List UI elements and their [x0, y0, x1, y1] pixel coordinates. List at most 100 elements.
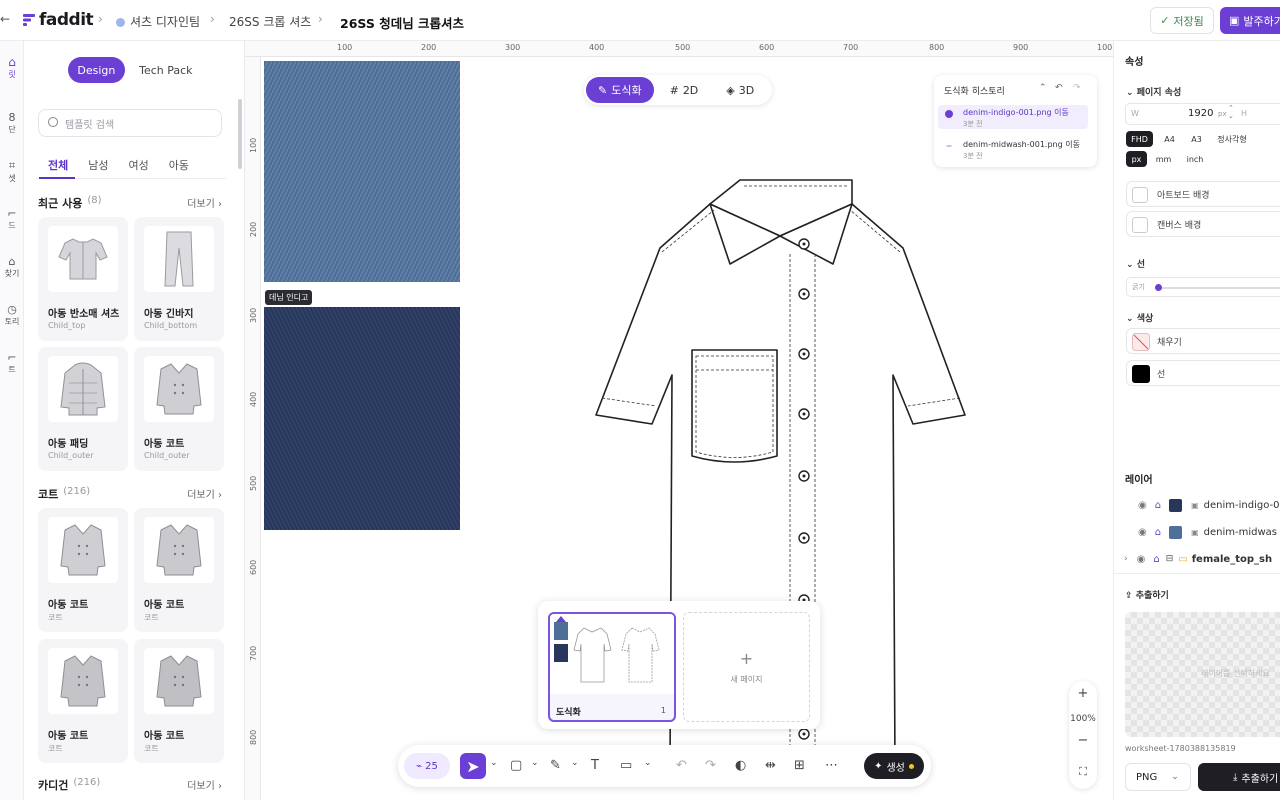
zoom-in-icon[interactable]: +	[1069, 686, 1097, 701]
undo-icon[interactable]: ↶	[676, 758, 687, 773]
brand-logo[interactable]: faddit	[22, 10, 94, 30]
filter-all[interactable]: 전체	[48, 157, 68, 173]
more-link[interactable]: 더보기 ›	[187, 195, 222, 211]
rail-item-2[interactable]: 8단	[0, 111, 24, 135]
export-button[interactable]: ⤓ 추출하기	[1198, 763, 1280, 791]
preset-fhd[interactable]: FHD	[1126, 131, 1153, 147]
template-search-input[interactable]: 템플릿 검색	[38, 109, 222, 137]
template-card[interactable]: 아동 코트 코트	[38, 508, 128, 632]
order-button[interactable]: ▣ 발주하기	[1220, 7, 1280, 34]
chevron-down-icon[interactable]: ⌄	[490, 758, 498, 768]
more-link[interactable]: 더보기 ›	[187, 486, 222, 502]
filter-men[interactable]: 남성	[88, 157, 108, 173]
artboard-background[interactable]: 아트보드 배경	[1126, 181, 1280, 207]
saved-button[interactable]: ✓ 저장됨	[1150, 7, 1214, 34]
more-link[interactable]: 더보기 ›	[187, 777, 222, 793]
preset-square[interactable]: 정사각형	[1212, 131, 1252, 147]
width-field[interactable]: W 1920 px ⌃ ⌄ H	[1125, 103, 1280, 125]
shirt-icon: ⌂	[8, 55, 16, 69]
group-icon[interactable]: ⊞	[794, 758, 805, 773]
layer-row[interactable]: ◉ ⌂ ▣ denim-indigo-0	[1124, 495, 1280, 515]
mode-2d[interactable]: #2D	[658, 77, 711, 103]
stepper-icon[interactable]: ⌃ ⌄	[1228, 104, 1234, 120]
rail-item-4[interactable]: ⌐ 드	[0, 207, 24, 231]
panel-scrollbar[interactable]	[238, 99, 242, 169]
slider-thumb[interactable]	[1155, 284, 1162, 291]
page-props-header[interactable]: ⌄ 페이지 속성	[1126, 85, 1181, 98]
chevron-down-icon[interactable]: ⌄	[531, 758, 539, 768]
preset-a4[interactable]: A4	[1157, 131, 1182, 147]
fill-color[interactable]: 채우기	[1126, 328, 1280, 354]
rail-item-6[interactable]: ◷ 토리	[0, 303, 24, 327]
more-icon[interactable]: ⋯	[825, 758, 838, 773]
new-page-button[interactable]: + 새 페이지	[683, 612, 810, 722]
rectangle-tool-icon[interactable]: ▢	[510, 758, 522, 773]
template-card[interactable]: 아동 패딩 Child_outer	[38, 347, 128, 471]
preset-a3[interactable]: A3	[1184, 131, 1209, 147]
tab-tech-pack[interactable]: Tech Pack	[129, 57, 203, 83]
rail-item-3[interactable]: ⌗ 셋	[0, 159, 24, 184]
ruler-vertical: 100 200 300 400 500 600 700 800	[245, 57, 261, 800]
breadcrumb-team[interactable]: 셔츠 디자인팀	[116, 13, 200, 30]
chevron-right-icon[interactable]: ›	[1124, 554, 1128, 564]
breadcrumb-project[interactable]: 26SS 크롭 셔츠	[229, 13, 311, 30]
page-thumbnail[interactable]: 도식화 1	[548, 612, 676, 722]
layer-row[interactable]: › ◉ ⌂ ⊟ ▭ female_top_sh	[1124, 549, 1280, 569]
unit-px[interactable]: px	[1126, 151, 1147, 167]
unit-mm[interactable]: mm	[1151, 151, 1176, 167]
history-row[interactable]: denim-indigo-001.png 이동 3분 전	[938, 105, 1088, 129]
pen-tool-icon[interactable]: ✎	[550, 758, 561, 773]
rail-item-7[interactable]: ⌐ 트	[0, 351, 24, 375]
text-tool-icon[interactable]: T	[591, 758, 599, 773]
mode-3d[interactable]: ◈ 3D	[714, 77, 766, 103]
rail-item-5[interactable]: ⌂ 찾기	[0, 255, 24, 279]
template-card[interactable]: 아동 코트 코트	[134, 639, 224, 763]
eye-icon[interactable]: ◉	[1137, 554, 1146, 565]
fit-screen-icon[interactable]: ⛶	[1069, 765, 1097, 779]
unit-inch[interactable]: inch	[1180, 151, 1210, 167]
undo-icon[interactable]: ↶	[1055, 83, 1063, 93]
template-card[interactable]: 아동 코트 코트	[134, 508, 224, 632]
chevron-down-icon[interactable]: ⌄	[571, 758, 579, 768]
history-panel: 도식화 히스토리 ⌃ ↶ ↷ denim-indigo-001.png 이동 3…	[934, 75, 1097, 167]
stroke-width-slider[interactable]: 굵기	[1126, 277, 1280, 297]
project-icon: ⌐	[7, 351, 17, 364]
redo-icon[interactable]: ↷	[705, 758, 716, 773]
template-card[interactable]: 아동 반소매 셔츠 Child_top	[38, 217, 128, 341]
eye-icon[interactable]: ◉	[1138, 500, 1147, 511]
chevron-down-icon[interactable]: ⌄	[644, 758, 652, 768]
design-canvas[interactable]: 100 200 300 400 500 600 700 800 900 100 …	[245, 41, 1113, 800]
filter-kids[interactable]: 아동	[169, 157, 189, 173]
tab-design[interactable]: Design	[68, 57, 125, 83]
comment-tool-icon[interactable]: ▭	[620, 758, 632, 773]
template-card[interactable]: 아동 코트 Child_outer	[134, 347, 224, 471]
redo-icon[interactable]: ↷	[1073, 83, 1081, 93]
status-dot-icon	[908, 763, 914, 769]
back-arrow-icon[interactable]: ←	[0, 12, 10, 26]
format-select[interactable]: PNG ⌄	[1125, 763, 1191, 791]
canvas-background[interactable]: 캔버스 배경	[1126, 211, 1280, 237]
asset-count-button[interactable]: ⌁ 25	[404, 753, 450, 779]
rail-item-template[interactable]: ⌂ 릿	[0, 55, 24, 80]
stroke-color[interactable]: 선	[1126, 360, 1280, 386]
denim-indigo-swatch[interactable]	[264, 307, 460, 530]
collapse-icon[interactable]: ⌃	[1039, 83, 1047, 93]
coat-icon	[144, 517, 214, 583]
long-pants-icon	[144, 226, 214, 292]
history-row[interactable]: denim-midwash-001.png 이동 3분 전	[938, 137, 1088, 161]
top-bar: ← faddit › 셔츠 디자인팀 › 26SS 크롭 셔츠 › 26SS 청…	[0, 0, 1280, 41]
mode-flat-sketch[interactable]: ✎ 도식화	[586, 77, 654, 103]
layer-row[interactable]: ◉ ⌂ ▣ denim-midwas	[1124, 522, 1280, 542]
denim-midwash-swatch[interactable]	[264, 61, 460, 282]
eye-icon[interactable]: ◉	[1138, 527, 1147, 538]
template-card[interactable]: 아동 긴바지 Child_bottom	[134, 217, 224, 341]
zoom-out-icon[interactable]: −	[1069, 733, 1097, 748]
palette-icon[interactable]: ◐	[735, 758, 746, 773]
template-card[interactable]: 아동 코트 코트	[38, 639, 128, 763]
color-section-header[interactable]: ⌄ 색상	[1126, 311, 1153, 324]
select-tool-button[interactable]: ➤	[460, 753, 486, 779]
filter-women[interactable]: 여성	[129, 157, 149, 173]
flip-icon[interactable]: ⇹	[765, 758, 776, 773]
generate-button[interactable]: ✦ 생성	[864, 753, 924, 779]
line-section-header[interactable]: ⌄ 선	[1126, 257, 1145, 270]
